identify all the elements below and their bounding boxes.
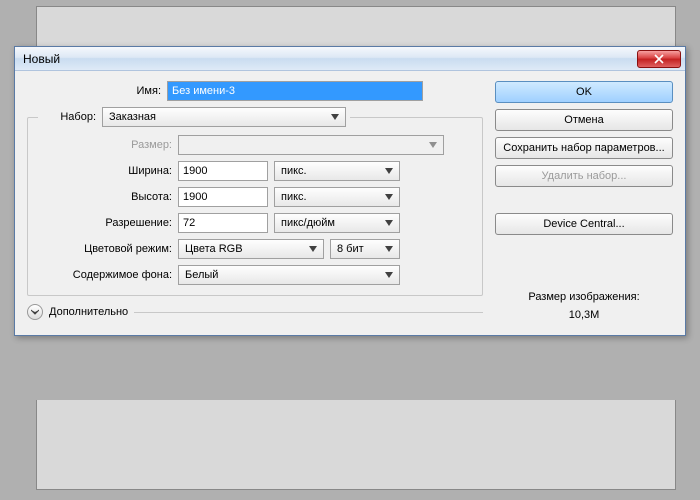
left-column: Имя: Набор: Заказная [27,81,483,321]
divider [134,312,483,313]
dialog-title: Новый [23,52,60,66]
preset-value: Заказная [109,111,156,123]
workspace-bg-top [36,6,676,46]
dialog-body: Имя: Набор: Заказная [15,71,685,335]
height-label: Высота: [38,191,178,203]
width-input[interactable] [178,161,268,181]
right-column: OK Отмена Сохранить набор параметров... … [495,81,673,321]
width-label: Ширина: [38,165,178,177]
width-row: Ширина: пикс. [38,161,472,181]
chevron-down-icon [305,246,321,252]
advanced-row: Дополнительно [27,304,483,320]
close-icon [654,54,664,64]
spacer [495,193,673,207]
device-central-button[interactable]: Device Central... [495,213,673,235]
workspace-bg-bottom [36,400,676,490]
image-size-value: 10,3M [495,309,673,321]
height-row: Высота: пикс. [38,187,472,207]
chevron-down-icon [31,309,39,315]
chevron-down-icon [381,246,397,252]
resolution-row: Разрешение: пикс/дюйм [38,213,472,233]
delete-preset-button: Удалить набор... [495,165,673,187]
depth-value: 8 бит [337,243,364,255]
resolution-label: Разрешение: [38,217,178,229]
preset-group: Набор: Заказная Размер: [27,107,483,296]
close-button[interactable] [637,50,681,68]
resolution-unit-select[interactable]: пикс/дюйм [274,213,400,233]
chevron-down-icon [425,142,441,148]
colormode-row: Цветовой режим: Цвета RGB 8 бит [38,239,472,259]
size-label: Размер: [38,139,178,151]
image-size-label: Размер изображения: [495,291,673,303]
cancel-button[interactable]: Отмена [495,109,673,131]
chevron-down-icon [381,272,397,278]
advanced-label: Дополнительно [49,306,128,318]
chevron-down-icon [327,114,343,120]
size-select [178,135,444,155]
resolution-input[interactable] [178,213,268,233]
name-row: Имя: [27,81,483,101]
preset-select[interactable]: Заказная [102,107,346,127]
name-label: Имя: [27,85,167,97]
height-unit-value: пикс. [281,191,307,203]
colormode-select[interactable]: Цвета RGB [178,239,324,259]
bg-select[interactable]: Белый [178,265,400,285]
resolution-unit-value: пикс/дюйм [281,217,335,229]
colormode-value: Цвета RGB [185,243,243,255]
width-unit-value: пикс. [281,165,307,177]
chevron-down-icon [381,168,397,174]
new-document-dialog: Новый Имя: Набор: Заказная [14,46,686,336]
size-row: Размер: [38,135,472,155]
chevron-down-icon [381,194,397,200]
name-input[interactable] [167,81,423,101]
depth-select[interactable]: 8 бит [330,239,400,259]
height-input[interactable] [178,187,268,207]
colormode-label: Цветовой режим: [38,243,178,255]
advanced-toggle[interactable] [27,304,43,320]
titlebar: Новый [15,47,685,71]
bg-value: Белый [185,269,218,281]
preset-label: Набор: [42,111,102,123]
save-preset-button[interactable]: Сохранить набор параметров... [495,137,673,159]
image-size-block: Размер изображения: 10,3M [495,291,673,321]
bg-label: Содержимое фона: [38,269,178,281]
ok-button[interactable]: OK [495,81,673,103]
chevron-down-icon [381,220,397,226]
bg-row: Содержимое фона: Белый [38,265,472,285]
height-unit-select[interactable]: пикс. [274,187,400,207]
width-unit-select[interactable]: пикс. [274,161,400,181]
